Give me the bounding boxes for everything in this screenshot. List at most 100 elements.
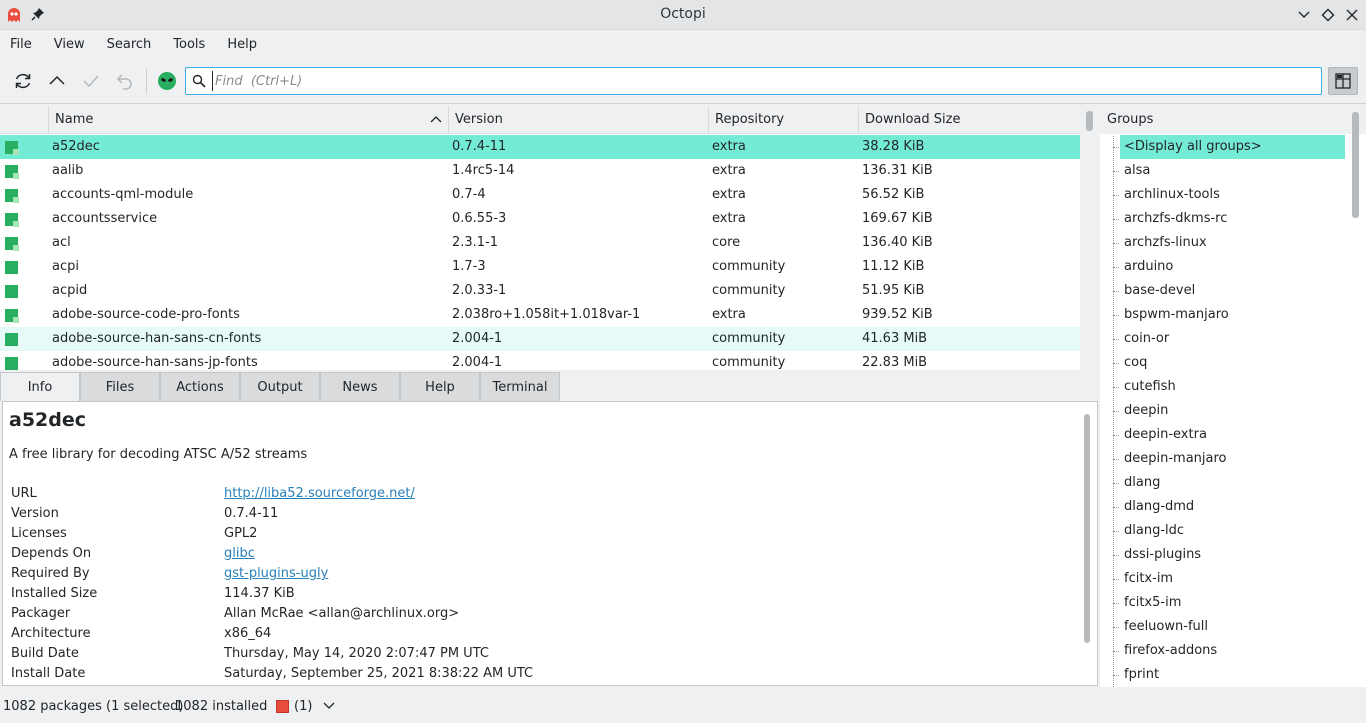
- property-link[interactable]: gst-plugins-ugly: [224, 566, 328, 581]
- property-label: Packager: [11, 606, 71, 621]
- cell-version: 2.004-1: [452, 331, 503, 346]
- group-item[interactable]: dlang-dmd: [1113, 495, 1345, 519]
- menu-search[interactable]: Search: [107, 31, 152, 58]
- table-row[interactable]: aalib 1.4rc5-14 extra 136.31 KiB: [0, 159, 1080, 183]
- tab-files[interactable]: Files: [80, 372, 160, 401]
- property-value: GPL2: [224, 526, 258, 541]
- group-label: bspwm-manjaro: [1124, 307, 1229, 322]
- installed-status-icon: [5, 261, 18, 274]
- outdated-count[interactable]: (1): [294, 699, 312, 714]
- info-scrollbar[interactable]: [1084, 414, 1090, 643]
- cell-version: 0.6.55-3: [452, 211, 507, 226]
- commit-check-icon[interactable]: [80, 70, 102, 92]
- table-row[interactable]: acpid 2.0.33-1 community 51.95 KiB: [0, 279, 1080, 303]
- table-row[interactable]: accounts-qml-module 0.7-4 extra 56.52 KiB: [0, 183, 1080, 207]
- cell-name: adobe-source-han-sans-jp-fonts: [52, 355, 258, 370]
- close-icon[interactable]: [1344, 7, 1360, 23]
- group-label: fprint: [1124, 667, 1160, 682]
- menu-file[interactable]: File: [10, 31, 32, 58]
- alien-icon[interactable]: [156, 70, 178, 92]
- tab-actions[interactable]: Actions: [160, 372, 240, 401]
- group-item[interactable]: bspwm-manjaro: [1113, 303, 1345, 327]
- tree-branch: [1113, 315, 1119, 316]
- group-item[interactable]: feeluown-full: [1113, 615, 1345, 639]
- rollback-icon[interactable]: [114, 70, 136, 92]
- column-header-repository[interactable]: Repository: [708, 106, 858, 134]
- group-label: <Display all groups>: [1124, 139, 1262, 154]
- group-label: alsa: [1124, 163, 1151, 178]
- groups-scrollbar[interactable]: [1352, 112, 1359, 218]
- table-row[interactable]: accountsservice 0.6.55-3 extra 169.67 KiB: [0, 207, 1080, 231]
- search-field[interactable]: [185, 67, 1322, 95]
- table-row[interactable]: a52dec 0.7.4-11 extra 38.28 KiB: [0, 135, 1080, 159]
- group-item[interactable]: dlang: [1113, 471, 1345, 495]
- tab-output[interactable]: Output: [240, 372, 320, 401]
- table-row[interactable]: acpi 1.7-3 community 11.12 KiB: [0, 255, 1080, 279]
- group-label: cutefish: [1124, 379, 1176, 394]
- sync-icon[interactable]: [12, 70, 34, 92]
- installed-status-icon: [5, 237, 19, 251]
- cell-name: acpid: [52, 283, 88, 298]
- menu-help[interactable]: Help: [227, 31, 257, 58]
- group-item[interactable]: coq: [1113, 351, 1345, 375]
- group-item[interactable]: archzfs-dkms-rc: [1113, 207, 1345, 231]
- view-toggle-button[interactable]: [1328, 67, 1358, 95]
- column-header-version[interactable]: Version: [448, 106, 708, 134]
- tab-help[interactable]: Help: [400, 372, 480, 401]
- group-item[interactable]: fcitx-im: [1113, 567, 1345, 591]
- table-row[interactable]: adobe-source-han-sans-cn-fonts 2.004-1 com…: [0, 327, 1080, 351]
- group-item[interactable]: firefox-addons: [1113, 639, 1345, 663]
- tab-info[interactable]: Info: [0, 372, 80, 401]
- group-item[interactable]: coin-or: [1113, 327, 1345, 351]
- menu-view[interactable]: View: [54, 31, 85, 58]
- group-item[interactable]: arduino: [1113, 255, 1345, 279]
- group-item[interactable]: fprint: [1113, 663, 1345, 687]
- package-count: 1082 packages (1 selected): [3, 699, 184, 714]
- tab-terminal[interactable]: Terminal: [480, 372, 560, 401]
- column-header-name[interactable]: Name: [48, 106, 448, 134]
- group-item[interactable]: base-devel: [1113, 279, 1345, 303]
- group-item[interactable]: archzfs-linux: [1113, 231, 1345, 255]
- group-item[interactable]: archlinux-tools: [1113, 183, 1345, 207]
- group-item[interactable]: cutefish: [1113, 375, 1345, 399]
- installed-status-icon: [5, 141, 19, 155]
- maximize-icon[interactable]: [1320, 7, 1336, 23]
- menu-tools[interactable]: Tools: [173, 31, 205, 58]
- table-row[interactable]: adobe-source-code-pro-fonts 2.038ro+1.058…: [0, 303, 1080, 327]
- tab-news[interactable]: News: [320, 372, 400, 401]
- group-item[interactable]: <Display all groups>: [1113, 135, 1345, 159]
- group-item[interactable]: fcitx5-im: [1113, 591, 1345, 615]
- tree-branch: [1113, 435, 1119, 436]
- group-label: dlang: [1124, 475, 1161, 490]
- system-upgrade-icon[interactable]: [46, 70, 68, 92]
- chevron-down-icon[interactable]: [323, 701, 335, 711]
- dependency-marker-icon: [13, 173, 19, 179]
- group-label: coq: [1124, 355, 1148, 370]
- search-input[interactable]: [212, 71, 1312, 91]
- group-item[interactable]: deepin-extra: [1113, 423, 1345, 447]
- status-bar: 1082 packages (1 selected) 1082 installe…: [0, 690, 1366, 723]
- group-item[interactable]: dlang-ldc: [1113, 519, 1345, 543]
- group-item[interactable]: deepin-manjaro: [1113, 447, 1345, 471]
- outdated-indicator-icon[interactable]: [276, 700, 289, 713]
- property-value: x86_64: [224, 626, 272, 641]
- table-row[interactable]: adobe-source-han-sans-jp-fonts 2.004-1 com…: [0, 351, 1080, 370]
- column-header-download-size[interactable]: Download Size: [858, 106, 1080, 134]
- installed-status-icon: [5, 165, 19, 179]
- tree-branch: [1113, 267, 1119, 268]
- cell-version: 2.004-1: [452, 355, 503, 370]
- minimize-icon[interactable]: [1296, 7, 1312, 23]
- table-scrollbar[interactable]: [1086, 111, 1093, 131]
- group-label: base-devel: [1124, 283, 1196, 298]
- property-value: Allan McRae <allan@archlinux.org>: [224, 606, 460, 621]
- status-column-header[interactable]: [0, 106, 48, 134]
- property-link[interactable]: http://liba52.sourceforge.net/: [224, 486, 415, 501]
- toolbar-separator: [146, 68, 147, 94]
- group-item[interactable]: deepin: [1113, 399, 1345, 423]
- table-row[interactable]: acl 2.3.1-1 core 136.40 KiB: [0, 231, 1080, 255]
- dependency-marker-icon: [13, 245, 19, 251]
- group-item[interactable]: dssi-plugins: [1113, 543, 1345, 567]
- menu-bar: File View Search Tools Help: [0, 31, 1366, 58]
- property-link[interactable]: glibc: [224, 546, 255, 561]
- group-item[interactable]: alsa: [1113, 159, 1345, 183]
